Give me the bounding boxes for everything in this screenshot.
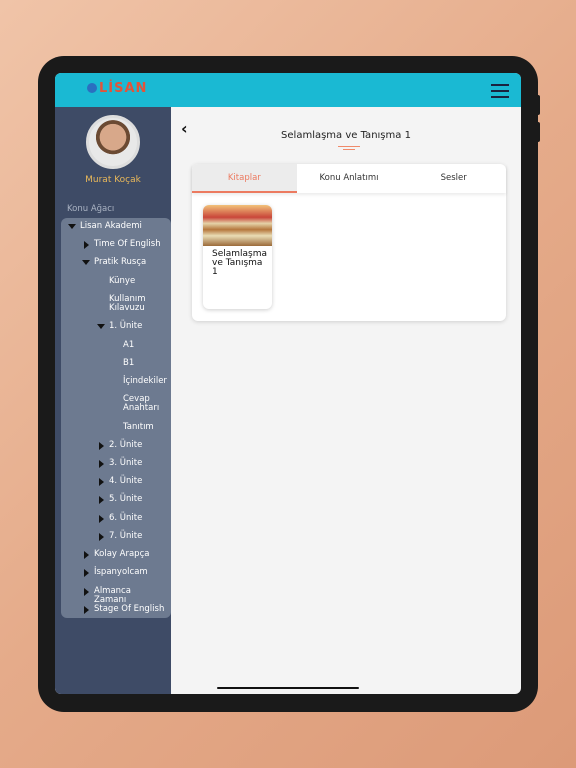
tree-item-label[interactable]: B1 (123, 359, 165, 368)
tree-item-label[interactable]: Tanıtım (123, 423, 165, 432)
tree-item-label[interactable]: 6. Ünite (109, 514, 165, 523)
tree-item-label[interactable]: Pratik Rusça (94, 258, 165, 267)
title-underline (338, 146, 360, 147)
caret-right-icon[interactable] (84, 241, 89, 249)
caret-right-icon[interactable] (99, 515, 104, 523)
topic-tree: Lisan Akademi Time Of English Pratik Rusça… (61, 218, 171, 618)
tree-item-label[interactable]: Lisan Akademi (80, 222, 165, 231)
tab-kitaplar[interactable]: Kitaplar (192, 164, 297, 193)
device-button (536, 95, 540, 115)
caret-right-icon[interactable] (84, 588, 89, 596)
caret-down-icon[interactable] (68, 224, 76, 229)
avatar[interactable] (86, 115, 140, 169)
tree-item-label[interactable]: Kullanım Kılavuzu (109, 295, 165, 313)
tab-bar: Kitaplar Konu Anlatımı Sesler (192, 164, 506, 193)
tab-konu-anlatimi[interactable]: Konu Anlatımı (297, 164, 402, 193)
home-indicator[interactable] (217, 687, 359, 689)
tree-item-label[interactable]: 5. Ünite (109, 495, 165, 504)
tree-item-label[interactable]: 7. Ünite (109, 532, 165, 541)
logo-text: LİSAN (99, 81, 148, 96)
tree-item-label[interactable]: 3. Ünite (109, 459, 165, 468)
tree-item-label[interactable]: A1 (123, 341, 165, 350)
tree-title: Konu Ağacı (67, 204, 115, 214)
page-title: Selamlaşma ve Tanışma 1 (281, 130, 411, 141)
caret-down-icon[interactable] (97, 324, 105, 329)
tree-item-label[interactable]: İçindekiler (123, 377, 167, 386)
tree-item-label[interactable]: Cevap Anahtarı (123, 395, 165, 413)
globe-icon (87, 83, 97, 93)
logo: LİSAN (87, 81, 147, 96)
book-title: Selamlaşma ve Tanışma 1 (212, 249, 268, 277)
tree-item-label[interactable]: Almanca Zamanı (94, 587, 165, 605)
caret-right-icon[interactable] (84, 606, 89, 614)
content-card: Kitaplar Konu Anlatımı Sesler Selamlaşma… (192, 164, 506, 321)
tree-item-label[interactable]: 1. Ünite (109, 322, 165, 331)
caret-right-icon[interactable] (99, 496, 104, 504)
caret-right-icon[interactable] (84, 551, 89, 559)
caret-right-icon[interactable] (99, 442, 104, 450)
caret-down-icon[interactable] (82, 260, 90, 265)
device-button (536, 122, 540, 142)
caret-right-icon[interactable] (99, 533, 104, 541)
caret-right-icon[interactable] (99, 460, 104, 468)
user-name: Murat Koçak (85, 175, 141, 185)
caret-right-icon[interactable] (84, 569, 89, 577)
tree-item-label[interactable]: İspanyolcam (94, 568, 165, 577)
app-screen: LİSAN Murat Koçak Konu Ağacı Lisan Akade… (55, 73, 521, 694)
book-cover-image (203, 205, 272, 246)
tree-item-label[interactable]: Kolay Arapça (94, 550, 165, 559)
tree-item-label[interactable]: Time Of English (94, 240, 165, 249)
app-header: LİSAN (55, 73, 521, 107)
tree-item-label[interactable]: 4. Ünite (109, 477, 165, 486)
tree-item-label[interactable]: Stage Of English (94, 605, 165, 614)
caret-right-icon[interactable] (99, 478, 104, 486)
hamburger-icon[interactable] (491, 84, 509, 102)
book-card[interactable]: Selamlaşma ve Tanışma 1 (203, 205, 272, 309)
tree-item-label[interactable]: 2. Ünite (109, 441, 165, 450)
sidebar: Murat Koçak Konu Ağacı Lisan Akademi Time… (55, 107, 171, 694)
tree-item-label[interactable]: Künye (109, 277, 165, 286)
tab-sesler[interactable]: Sesler (401, 164, 506, 193)
title-underline (343, 149, 355, 150)
